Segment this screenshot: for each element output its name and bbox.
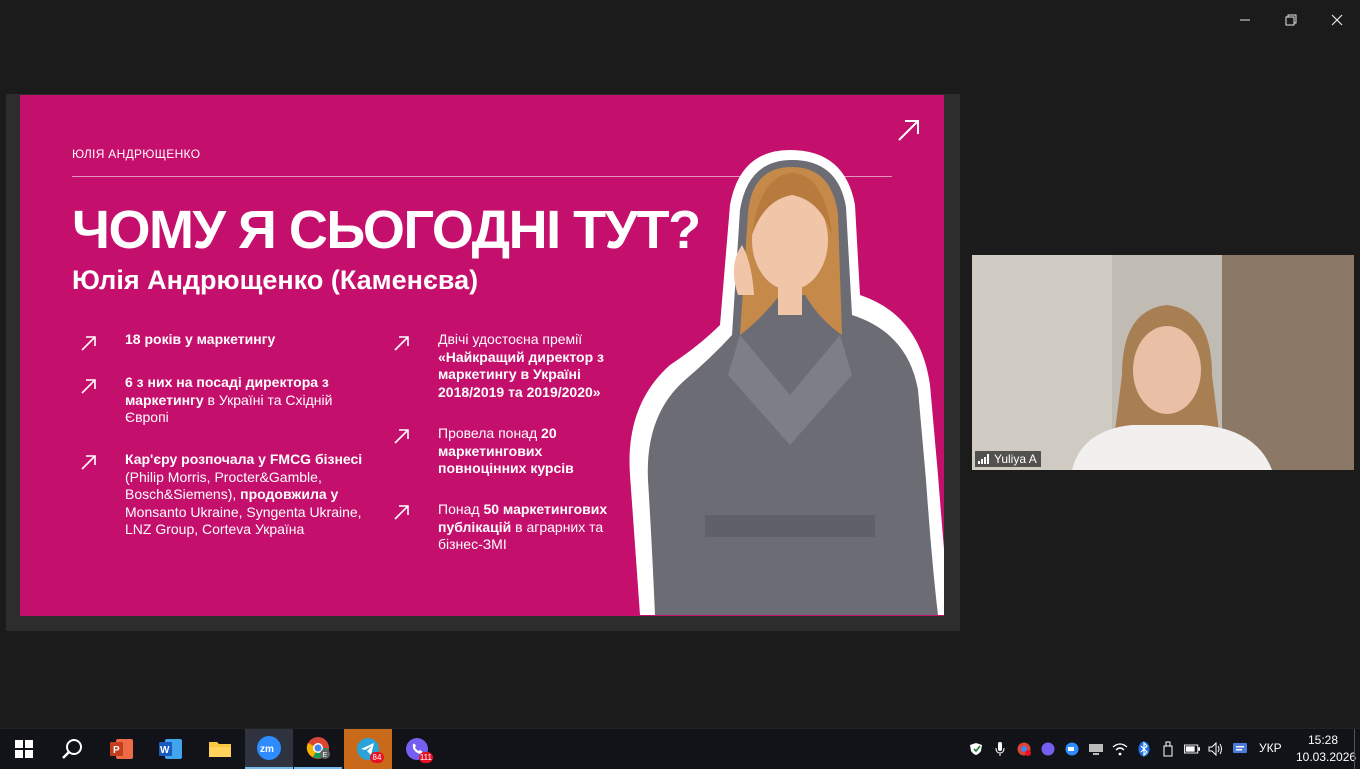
speaker-photo [629, 150, 944, 615]
restore-icon[interactable] [1276, 8, 1306, 32]
bullet-item: Кар'єру розпочала у FMCG бізнесі (Philip… [125, 451, 363, 537]
slide-subtitle: Юлія Андрющенко (Каменєва) [72, 265, 479, 295]
taskbar: P W zm E 84 111 УКР 15:28 10.03.2026 [0, 728, 1360, 769]
viber-icon[interactable]: 111 [393, 729, 441, 769]
participant-video-feed [972, 255, 1354, 470]
participant-name-tag: Yuliya A [975, 451, 1041, 467]
shared-screen: ЮЛІЯ АНДРЮЩЕНКО ЧОМУ Я СЬОГОДНІ ТУТ? Юлі… [6, 94, 960, 631]
start-icon[interactable] [0, 729, 48, 769]
svg-text:P: P [113, 745, 120, 756]
search-icon[interactable] [48, 729, 96, 769]
chrome-tray-icon[interactable] [1016, 741, 1032, 757]
chrome-icon[interactable]: E [294, 729, 342, 769]
minimize-icon[interactable] [1230, 8, 1260, 32]
bullet-item: Провела понад 20 маркетингових повноцінн… [438, 425, 574, 476]
participant-video[interactable]: Yuliya A [972, 255, 1354, 470]
language-indicator[interactable]: УКР [1259, 741, 1282, 755]
participant-name: Yuliya A [994, 452, 1037, 466]
presentation-slide: ЮЛІЯ АНДРЮЩЕНКО ЧОМУ Я СЬОГОДНІ ТУТ? Юлі… [20, 95, 944, 616]
viber-badge: 111 [418, 752, 433, 763]
slide-author: ЮЛІЯ АНДРЮЩЕНКО [72, 147, 201, 161]
zoom-label: zm [260, 744, 274, 755]
powerpoint-icon[interactable]: P [98, 729, 146, 769]
svg-text:W: W [160, 745, 170, 756]
usb-device-icon[interactable] [1160, 741, 1176, 757]
telegram-icon[interactable]: 84 [344, 729, 392, 769]
telegram-badge: 84 [370, 752, 384, 763]
arrow-icon [898, 120, 919, 141]
battery-icon[interactable] [1184, 741, 1200, 757]
zoom-icon[interactable]: zm [245, 729, 293, 769]
network-drive-icon[interactable] [1088, 741, 1104, 757]
slide-title: ЧОМУ Я СЬОГОДНІ ТУТ? [72, 200, 701, 260]
wifi-icon[interactable] [1112, 741, 1128, 757]
zoom-tray-icon[interactable] [1064, 741, 1080, 757]
bullet-arrow-icon [394, 505, 409, 520]
bullet-arrow-icon [81, 379, 96, 394]
show-desktop-button[interactable] [1354, 729, 1355, 769]
security-icon[interactable] [968, 741, 984, 757]
bullet-arrow-icon [394, 336, 409, 351]
signal-strength-icon [978, 454, 989, 464]
word-icon[interactable]: W [147, 729, 195, 769]
bullet-item: Двічі удостоєна премії «Найкращий директ… [438, 331, 605, 400]
file-explorer-icon[interactable] [196, 729, 244, 769]
bluetooth-icon[interactable] [1136, 741, 1152, 757]
bullet-item: 18 років у маркетингу [125, 331, 276, 347]
viber-tray-icon[interactable] [1040, 741, 1056, 757]
chat-icon[interactable] [1232, 741, 1248, 757]
close-icon[interactable] [1322, 8, 1352, 32]
clock-time[interactable]: 15:28 [1308, 733, 1338, 747]
bullet-arrow-icon [81, 336, 96, 351]
volume-icon[interactable] [1208, 741, 1224, 757]
bullet-item: 6 з них на посаді директора з маркетингу… [125, 374, 333, 425]
bullet-arrow-icon [81, 455, 96, 470]
microphone-icon[interactable] [992, 741, 1008, 757]
bullet-arrow-icon [394, 429, 409, 444]
chrome-profile-label: E [323, 752, 328, 759]
bullet-item: Понад 50 маркетингових публікацій в агра… [438, 501, 608, 552]
clock-date[interactable]: 10.03.2026 [1296, 750, 1356, 764]
